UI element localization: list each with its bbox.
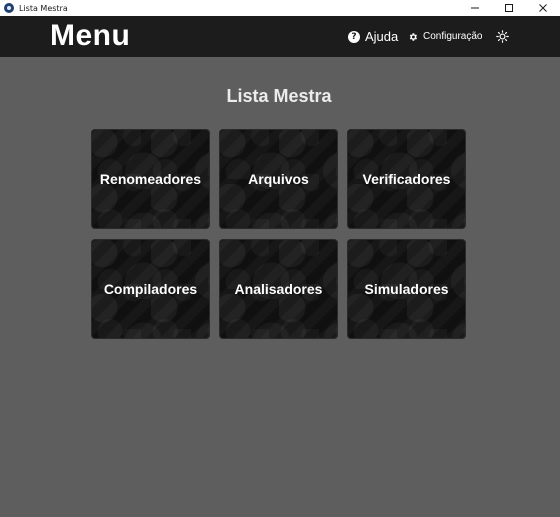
tile-arquivos[interactable]: Arquivos [219, 129, 338, 229]
minimize-icon [471, 7, 479, 9]
gear-icon [408, 32, 418, 42]
minimize-button[interactable] [458, 0, 492, 16]
tile-label: Arquivos [248, 171, 309, 187]
maximize-icon [505, 4, 513, 12]
close-icon [539, 4, 547, 12]
title-bar[interactable]: Lista Mestra [0, 0, 560, 16]
section-title: Lista Mestra [226, 86, 332, 106]
help-label: Ajuda [365, 29, 399, 44]
theme-toggle-button[interactable] [496, 16, 509, 57]
config-label: Configuração [423, 31, 483, 42]
tile-renomeadores[interactable]: Renomeadores [91, 129, 210, 229]
header-bar: Menu ? Ajuda Configuração [0, 16, 560, 57]
tile-simuladores[interactable]: Simuladores [347, 239, 466, 339]
app-icon [4, 3, 14, 13]
help-circle-icon: ? [348, 30, 360, 43]
tile-verificadores[interactable]: Verificadores [347, 129, 466, 229]
sun-icon [496, 30, 509, 43]
app-window: Lista Mestra Menu ? Ajuda Configuração L… [0, 0, 560, 517]
tile-compiladores[interactable]: Compiladores [91, 239, 210, 339]
tile-label: Verificadores [362, 171, 451, 187]
tile-label: Analisadores [234, 281, 323, 297]
tile-grid: Renomeadores Arquivos Verificadores Comp… [91, 129, 466, 339]
window-title: Lista Mestra [19, 3, 68, 13]
window-controls [458, 0, 560, 16]
close-button[interactable] [526, 0, 560, 16]
maximize-button[interactable] [492, 0, 526, 16]
tile-label: Simuladores [364, 281, 449, 297]
tile-analisadores[interactable]: Analisadores [219, 239, 338, 339]
tile-label: Renomeadores [99, 171, 202, 187]
config-button[interactable]: Configuração [408, 16, 482, 57]
page-title: Menu [50, 19, 131, 52]
tile-label: Compiladores [103, 281, 198, 297]
help-button[interactable]: ? Ajuda [348, 16, 398, 57]
